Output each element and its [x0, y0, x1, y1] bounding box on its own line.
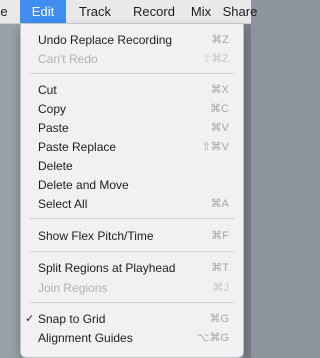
menu-item-label: Select All — [38, 197, 88, 211]
menu-item-label: Show Flex Pitch/Time — [38, 229, 154, 243]
menubar-item-edit[interactable]: Edit — [20, 0, 66, 23]
menu-item-paste[interactable]: Paste ⌘V — [21, 118, 243, 138]
shortcut-label: ⌘C — [210, 103, 229, 115]
menu-item-label: Delete — [38, 159, 73, 173]
menu-item-split-regions-at-playhead[interactable]: Split Regions at Playhead ⌘T — [21, 258, 243, 278]
menubar-item-mix[interactable]: Mix — [184, 0, 218, 23]
checkmark-icon: ✓ — [25, 313, 35, 325]
menu-item-label: Can't Redo — [38, 52, 98, 66]
menubar-item-share[interactable]: Share — [220, 0, 260, 23]
menu-separator — [29, 218, 235, 219]
menubar-item-record[interactable]: Record — [124, 0, 184, 23]
menu-item-label: Undo Replace Recording — [38, 33, 173, 47]
menu-item-label: Paste Replace — [38, 140, 117, 154]
menubar-item-partial[interactable]: e — [0, 0, 10, 23]
menu-item-select-all[interactable]: Select All ⌘A — [21, 194, 243, 214]
shortcut-label: ⌘A — [210, 198, 229, 210]
menu-item-label: Paste — [38, 121, 69, 135]
menu-item-label: Join Regions — [38, 281, 108, 295]
shortcut-label: ⇧⌘V — [201, 141, 229, 153]
background-window-left — [0, 24, 20, 358]
menu-item-show-flex-pitch-time[interactable]: Show Flex Pitch/Time ⌘F — [21, 226, 243, 246]
shortcut-label: ⌘J — [212, 282, 230, 294]
menu-item-alignment-guides[interactable]: Alignment Guides ⌥⌘G — [21, 328, 243, 348]
menu-item-delete-and-move[interactable]: Delete and Move — [21, 175, 243, 195]
menu-separator — [29, 73, 235, 74]
menu-item-cut[interactable]: Cut ⌘X — [21, 80, 243, 100]
shortcut-label: ⇧⌘Z — [202, 53, 229, 65]
shortcut-label: ⌘V — [210, 122, 229, 134]
menu-item-snap-to-grid[interactable]: ✓ Snap to Grid ⌘G — [21, 309, 243, 329]
shortcut-label: ⌥⌘G — [196, 332, 229, 344]
shortcut-label: ⌘F — [211, 230, 229, 242]
shortcut-label: ⌘T — [211, 262, 229, 274]
menu-item-copy[interactable]: Copy ⌘C — [21, 99, 243, 119]
menu-separator — [29, 302, 235, 303]
background-window-right — [244, 24, 251, 358]
menu-item-delete[interactable]: Delete — [21, 156, 243, 176]
menu-item-undo-replace-recording[interactable]: Undo Replace Recording ⌘Z — [21, 30, 243, 50]
menu-item-label: Cut — [38, 83, 57, 97]
edit-menu: Undo Replace Recording ⌘Z Can't Redo ⇧⌘Z… — [20, 24, 244, 358]
menu-bar: e Edit Track Record Mix Share — [0, 0, 257, 24]
menu-item-label: Split Regions at Playhead — [38, 261, 176, 275]
shortcut-label: ⌘Z — [211, 34, 229, 46]
menu-item-label: Snap to Grid — [38, 312, 106, 326]
menu-separator — [29, 251, 235, 252]
shortcut-label: ⌘X — [210, 84, 229, 96]
menu-item-label: Alignment Guides — [38, 331, 133, 345]
menu-item-paste-replace[interactable]: Paste Replace ⇧⌘V — [21, 137, 243, 157]
shortcut-label: ⌘G — [209, 313, 229, 325]
menubar-item-track[interactable]: Track — [70, 0, 120, 23]
menu-item-label: Copy — [38, 102, 67, 116]
menu-item-cant-redo[interactable]: Can't Redo ⇧⌘Z — [21, 49, 243, 69]
menu-item-label: Delete and Move — [38, 178, 129, 192]
menu-item-join-regions[interactable]: Join Regions ⌘J — [21, 278, 243, 298]
